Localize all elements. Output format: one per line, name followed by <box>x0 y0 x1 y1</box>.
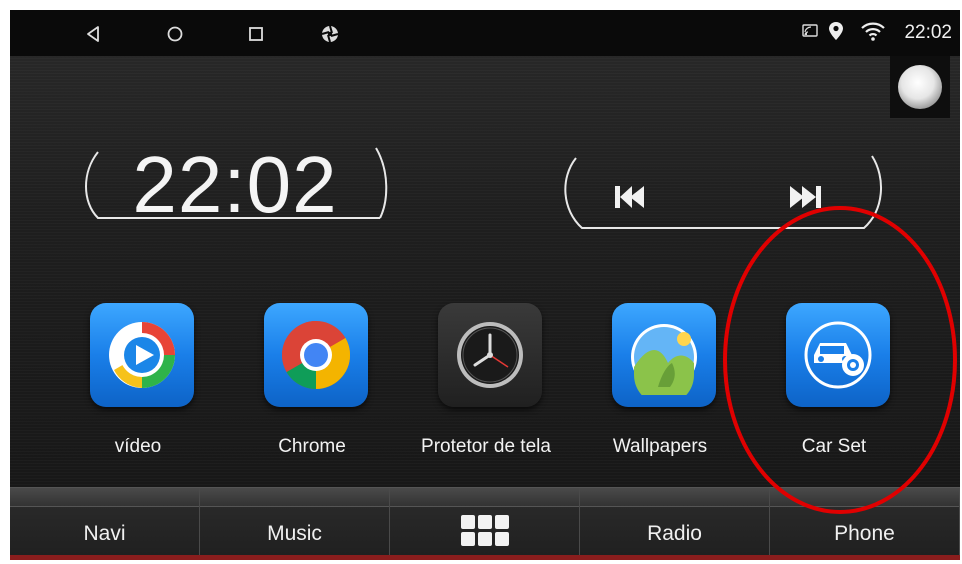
floating-circle-icon <box>898 65 942 109</box>
next-track-button[interactable] <box>784 180 828 214</box>
wifi-icon <box>860 20 886 47</box>
android-head-unit-screen: 22:02 22:02 vídeo Chrome Protetor de tel… <box>10 10 960 560</box>
dock-label: Phone <box>834 521 895 545</box>
app-car-set[interactable]: Car Set <box>759 300 909 460</box>
home-icon[interactable] <box>162 21 188 47</box>
app-chrome[interactable]: Chrome <box>237 300 387 460</box>
clock-time: 22:02 <box>132 140 338 229</box>
app-video[interactable]: vídeo <box>63 300 213 460</box>
clock-widget[interactable]: 22:02 <box>80 142 390 228</box>
status-clock: 22:02 <box>904 22 952 43</box>
dock-label: Music <box>267 521 322 545</box>
app-label: Chrome <box>278 436 346 457</box>
previous-track-button[interactable] <box>608 180 652 214</box>
previous-icon <box>615 186 644 208</box>
dock-music-button[interactable]: Music <box>200 488 390 560</box>
chrome-icon <box>264 303 368 407</box>
dock-label: Navi <box>83 521 126 545</box>
dock-navi-button[interactable]: Navi <box>10 488 200 560</box>
app-wallpapers[interactable]: Wallpapers <box>585 300 735 460</box>
dock-phone-button[interactable]: Phone <box>770 488 960 560</box>
dock-radio-button[interactable]: Radio <box>580 488 770 560</box>
app-label: vídeo <box>114 436 162 457</box>
dock-apps-button[interactable] <box>390 488 580 560</box>
bottom-dock: Navi Music Radio Phone <box>10 487 960 560</box>
clock-icon <box>438 303 542 407</box>
wallpapers-icon <box>612 303 716 407</box>
status-bar: 22:02 <box>10 10 960 56</box>
app-label: Car Set <box>801 436 867 457</box>
app-screensaver[interactable]: Protetor de tela <box>411 300 561 460</box>
status-icons: 22:02 <box>802 10 952 56</box>
next-icon <box>790 186 821 208</box>
video-player-icon <box>90 303 194 407</box>
recents-icon[interactable] <box>243 21 269 47</box>
cast-icon <box>802 23 819 43</box>
floating-assistive-button[interactable] <box>890 56 950 118</box>
app-label: Wallpapers <box>612 436 708 457</box>
app-grid-icon <box>460 514 509 553</box>
aperture-icon[interactable] <box>317 21 343 47</box>
car-settings-icon <box>786 303 890 407</box>
app-label: Protetor de tela <box>421 436 551 457</box>
media-controls-widget <box>558 154 888 234</box>
back-icon[interactable] <box>80 21 106 47</box>
dock-label: Radio <box>647 521 702 545</box>
location-icon <box>828 21 844 46</box>
dock-accent-line <box>10 555 960 560</box>
